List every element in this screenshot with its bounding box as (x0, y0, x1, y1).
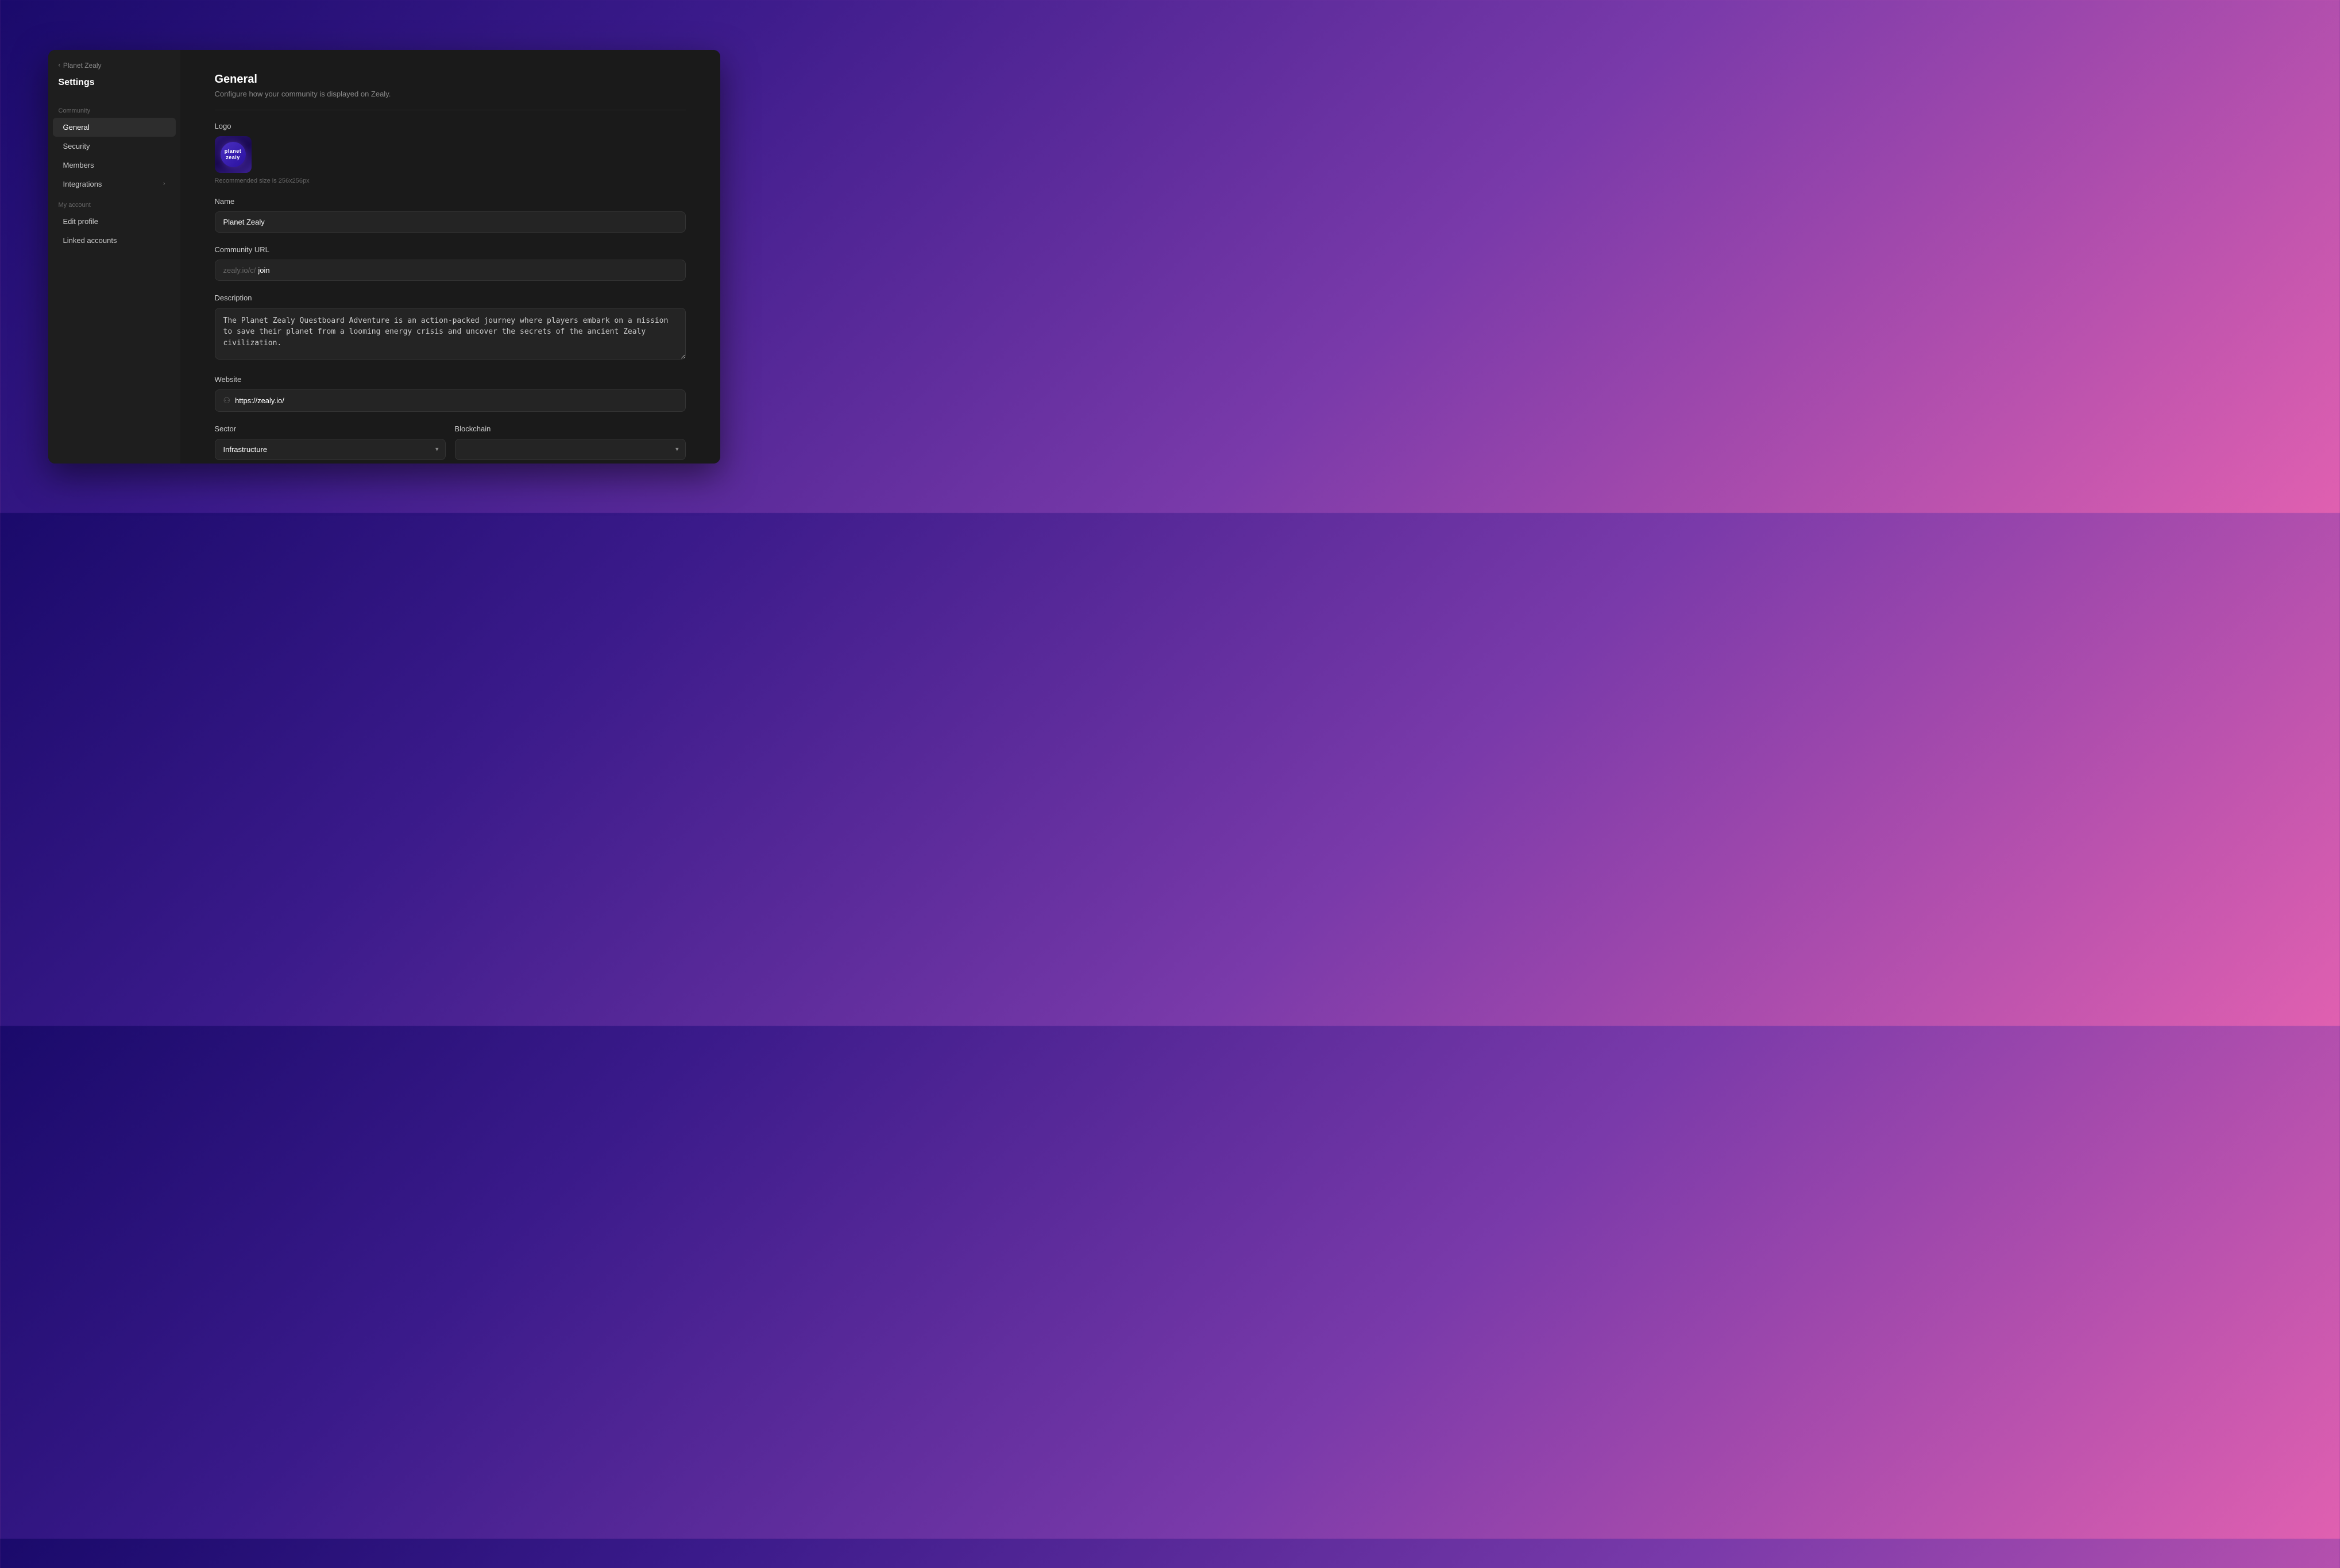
page-subtitle: Configure how your community is displaye… (215, 90, 686, 98)
sidebar-item-security[interactable]: Security (53, 137, 176, 156)
breadcrumb-text: Planet Zealy (63, 61, 102, 69)
url-input[interactable] (258, 266, 677, 275)
sidebar-item-security-label: Security (63, 142, 90, 150)
sidebar-item-edit-profile-label: Edit profile (63, 217, 98, 226)
sidebar: ‹ Planet Zealy Settings Community Genera… (48, 50, 180, 464)
sidebar-item-members-label: Members (63, 161, 94, 169)
logo-upload[interactable]: planetzealy (215, 136, 252, 173)
blockchain-col: Blockchain ▾ (455, 424, 686, 460)
page-title: General (215, 73, 686, 86)
sidebar-item-edit-profile[interactable]: Edit profile (53, 212, 176, 231)
logo-text: planetzealy (225, 148, 242, 161)
page-header: General Configure how your community is … (215, 73, 686, 98)
description-textarea[interactable]: The Planet Zealy Questboard Adventure is… (215, 308, 686, 360)
sidebar-section-community: Community (48, 99, 180, 118)
description-section: Description The Planet Zealy Questboard … (215, 293, 686, 362)
sector-col: Sector Infrastructure ▾ (215, 424, 446, 460)
sector-blockchain-row: Sector Infrastructure ▾ Blockchain ▾ (215, 424, 686, 460)
website-input[interactable] (235, 396, 677, 405)
name-label: Name (215, 197, 686, 206)
sidebar-item-members[interactable]: Members (53, 156, 176, 175)
blockchain-select[interactable] (455, 439, 686, 460)
integrations-chevron-icon: › (163, 180, 165, 187)
sidebar-item-integrations-label: Integrations (63, 180, 102, 188)
sidebar-title: Settings (48, 78, 180, 99)
link-icon: ⚇ (223, 396, 231, 405)
website-input-wrapper: ⚇ (215, 389, 686, 412)
website-section: Website ⚇ (215, 375, 686, 412)
url-input-wrapper: zealy.io/c/ (215, 260, 686, 281)
url-section: Community URL zealy.io/c/ (215, 245, 686, 281)
breadcrumb-chevron-icon: ‹ (59, 62, 60, 68)
sector-select-wrapper: Infrastructure ▾ (215, 439, 446, 460)
url-label: Community URL (215, 245, 686, 254)
sector-label: Sector (215, 424, 446, 433)
blockchain-label: Blockchain (455, 424, 686, 433)
logo-hint: Recommended size is 256x256px (215, 177, 686, 184)
sidebar-item-integrations[interactable]: Integrations › (53, 175, 176, 194)
app-window: ‹ Planet Zealy Settings Community Genera… (48, 50, 720, 464)
description-label: Description (215, 293, 686, 302)
main-content: General Configure how your community is … (180, 50, 720, 464)
sidebar-item-linked-accounts[interactable]: Linked accounts (53, 231, 176, 250)
name-section: Name (215, 197, 686, 233)
sidebar-section-myaccount: My account (48, 194, 180, 212)
name-input[interactable] (215, 211, 686, 233)
logo-section: Logo planetzealy Recommended size is 256… (215, 122, 686, 184)
url-prefix: zealy.io/c/ (223, 266, 256, 275)
website-label: Website (215, 375, 686, 384)
sidebar-item-general[interactable]: General (53, 118, 176, 137)
sidebar-item-general-label: General (63, 123, 90, 132)
blockchain-select-wrapper: ▾ (455, 439, 686, 460)
breadcrumb[interactable]: ‹ Planet Zealy (48, 61, 180, 78)
sidebar-item-linked-accounts-label: Linked accounts (63, 236, 117, 245)
sector-select[interactable]: Infrastructure (215, 439, 446, 460)
logo-label: Logo (215, 122, 686, 130)
